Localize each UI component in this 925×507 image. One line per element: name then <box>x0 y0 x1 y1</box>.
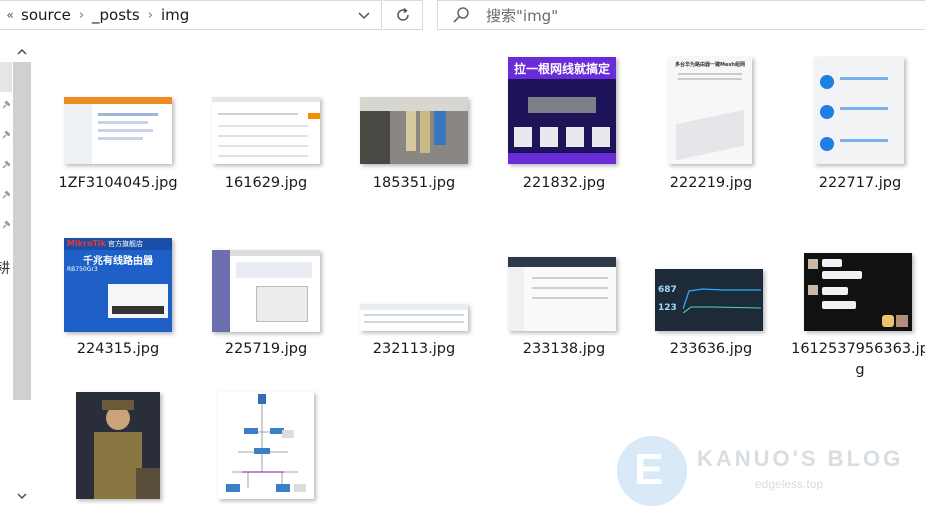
breadcrumb-posts[interactable]: _posts <box>89 6 143 24</box>
image-thumbnail[interactable]: 拉一根网线就搞定 <box>508 57 616 164</box>
image-thumbnail[interactable] <box>212 97 320 164</box>
file-item[interactable]: 1ZF3104045.jpg <box>48 40 188 225</box>
file-item[interactable]: 233138.jpg <box>494 225 634 375</box>
image-thumbnail[interactable]: 687 123 <box>655 269 763 331</box>
scroll-thumb[interactable] <box>13 62 31 400</box>
image-thumbnail[interactable] <box>218 392 314 499</box>
file-item[interactable]: 多台华为路由器一键Mesh组网 222219.jpg <box>641 40 781 225</box>
refresh-icon <box>396 7 409 21</box>
thumbnail-caption: 多台华为路由器一键Mesh组网 <box>675 62 745 68</box>
search-icon <box>452 6 472 24</box>
image-thumbnail[interactable] <box>212 250 320 332</box>
address-bar[interactable]: « source › _posts › img <box>0 0 382 30</box>
address-history-dropdown[interactable] <box>346 1 382 31</box>
thumbnail-caption: 拉一根网线就搞定 <box>513 62 610 76</box>
file-name[interactable]: 233636.jpg <box>641 339 781 360</box>
file-name[interactable]: 1612537956363.jpg <box>790 339 925 381</box>
image-thumbnail[interactable] <box>804 253 912 331</box>
image-thumbnail[interactable] <box>360 97 468 164</box>
chevron-right-icon[interactable]: › <box>143 8 158 23</box>
chevron-right-icon[interactable]: › <box>74 8 89 23</box>
thumbnail-caption: 687 <box>658 285 677 295</box>
scroll-up-button[interactable] <box>12 40 32 62</box>
chevron-up-icon <box>17 48 27 54</box>
thumbnail-caption: MikroTik <box>67 239 106 248</box>
image-thumbnail[interactable] <box>76 392 160 499</box>
pin-icon <box>2 130 11 139</box>
image-thumbnail[interactable] <box>360 304 468 331</box>
file-item[interactable]: 687 123 233636.jpg <box>641 225 781 375</box>
image-thumbnail[interactable] <box>508 257 616 331</box>
vertical-scrollbar[interactable] <box>12 40 32 507</box>
file-name[interactable]: 222219.jpg <box>641 173 781 194</box>
refresh-button[interactable] <box>383 0 423 30</box>
thumbnail-caption: 千兆有线路由器 <box>83 256 153 267</box>
address-overflow-button[interactable]: « <box>2 8 18 22</box>
watermark-letter: E <box>634 445 664 494</box>
pin-icon <box>2 190 11 199</box>
chevron-down-icon <box>358 12 370 20</box>
pin-icon <box>2 100 11 109</box>
file-name[interactable]: 233138.jpg <box>494 339 634 360</box>
file-name[interactable]: 185351.jpg <box>344 173 484 194</box>
pin-icon <box>2 160 11 169</box>
watermark-title: KANUO'S BLOG <box>697 446 904 471</box>
file-item[interactable]: 225719.jpg <box>196 225 336 375</box>
image-thumbnail[interactable]: 多台华为路由器一键Mesh组网 <box>668 57 752 164</box>
file-item[interactable]: 161629.jpg <box>196 40 336 225</box>
search-input[interactable]: 搜索"img" <box>437 0 925 30</box>
thumbnail-caption: 官方旗舰店 <box>108 240 143 248</box>
watermark-url: edgeless.top <box>755 477 824 491</box>
image-thumbnail[interactable]: MikroTik 官方旗舰店 千兆有线路由器 RB750Gr3 <box>64 238 172 332</box>
thumbnail-caption: RB750Gr3 <box>67 266 98 273</box>
scroll-down-button[interactable] <box>12 485 32 507</box>
nav-item-label: 耕 <box>0 261 10 277</box>
file-name[interactable]: 161629.jpg <box>196 173 336 194</box>
file-name[interactable]: 222717.jpg <box>790 173 925 194</box>
file-name[interactable]: 221832.jpg <box>494 173 634 194</box>
breadcrumb-source[interactable]: source <box>18 6 74 24</box>
search-placeholder: 搜索"img" <box>486 6 559 25</box>
file-item[interactable] <box>48 380 188 507</box>
nav-selected-item[interactable] <box>0 62 12 92</box>
file-item[interactable]: 185351.jpg <box>344 40 484 225</box>
file-item[interactable]: 222717.jpg <box>790 40 925 225</box>
file-item[interactable]: 1612537956363.jpg <box>790 225 925 378</box>
file-name[interactable]: 225719.jpg <box>196 339 336 360</box>
thumbnail-caption: 123 <box>658 303 677 313</box>
navigation-pane[interactable]: 耕 <box>0 40 12 507</box>
file-item[interactable] <box>196 380 336 507</box>
breadcrumb-img[interactable]: img <box>158 6 192 24</box>
file-item[interactable]: 拉一根网线就搞定 221832.jpg <box>494 40 634 225</box>
file-name[interactable]: 224315.jpg <box>48 339 188 360</box>
chevron-down-icon <box>17 493 27 499</box>
image-thumbnail[interactable] <box>64 97 172 164</box>
file-item[interactable]: 232113.jpg <box>344 225 484 375</box>
file-name[interactable]: 232113.jpg <box>344 339 484 360</box>
file-item[interactable]: MikroTik 官方旗舰店 千兆有线路由器 RB750Gr3 224315.j… <box>48 225 188 375</box>
file-name[interactable]: 1ZF3104045.jpg <box>48 173 188 194</box>
pin-icon <box>2 220 11 229</box>
image-thumbnail[interactable] <box>814 57 904 164</box>
